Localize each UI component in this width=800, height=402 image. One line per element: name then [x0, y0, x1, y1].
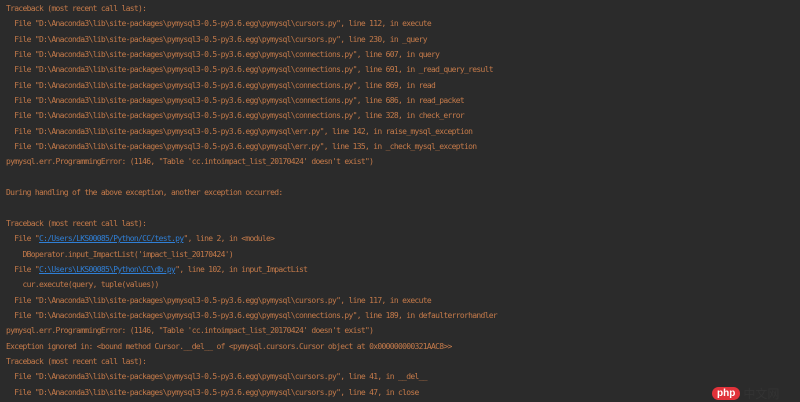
console-line: Exception ignored in: <bound method Curs…	[6, 341, 452, 351]
console-line: File "D:\Anaconda3\lib\site-packages\pym…	[6, 295, 432, 305]
console-line: File "D:\Anaconda3\lib\site-packages\pym…	[6, 96, 465, 106]
console-line: File "D:\Anaconda3\lib\site-packages\pym…	[6, 50, 440, 60]
console-line: File "D:\Anaconda3\lib\site-packages\pym…	[6, 372, 427, 382]
watermark: php 中文网	[712, 385, 779, 402]
console-line: Traceback (most recent call last):	[6, 356, 147, 366]
console-line: pymysql.err.ProgrammingError: (1146, "Ta…	[6, 326, 374, 336]
console-line: File "D:\Anaconda3\lib\site-packages\pym…	[6, 34, 427, 44]
line-suffix: ", line 2, in <module>	[183, 234, 275, 244]
console-line: File "D:\Anaconda3\lib\site-packages\pym…	[6, 387, 419, 397]
console-line: pymysql.err.ProgrammingError: (1146, "Ta…	[6, 157, 374, 167]
file-path-link[interactable]: C:/Users/LKS00085/Python/CC/test.py	[39, 234, 184, 243]
watermark-text: 中文网	[743, 387, 780, 401]
file-path-link[interactable]: C:\Users\LKS00085\Python\CC\db.py	[39, 265, 176, 274]
console-line: Traceback (most recent call last):	[6, 218, 147, 228]
line-suffix: ", line 102, in input_ImpactList	[175, 264, 308, 274]
console-line: During handling of the above exception, …	[6, 188, 283, 198]
php-logo-badge: php	[712, 387, 741, 400]
console-line: File "D:\Anaconda3\lib\site-packages\pym…	[6, 65, 493, 75]
console-line: File "D:\Anaconda3\lib\site-packages\pym…	[6, 142, 477, 152]
traceback-line-with-link: File "C:\Users\LKS00085\Python\CC\db.py"…	[6, 262, 800, 277]
console-line: Traceback (most recent call last):	[6, 4, 147, 13]
console-line: File "D:\Anaconda3\lib\site-packages\pym…	[6, 19, 432, 29]
console-line: DBoperator.input_ImpactList('impact_list…	[6, 249, 234, 259]
console-line: File "D:\Anaconda3\lib\site-packages\pym…	[6, 80, 436, 90]
console-line: File "D:\Anaconda3\lib\site-packages\pym…	[6, 310, 498, 320]
console-output: Traceback (most recent call last): File …	[6, 1, 800, 400]
line-prefix: File "	[6, 264, 40, 274]
traceback-line-with-link: File "C:/Users/LKS00085/Python/CC/test.p…	[6, 231, 800, 246]
console-line: File "D:\Anaconda3\lib\site-packages\pym…	[6, 111, 465, 121]
line-prefix: File "	[6, 234, 40, 244]
console-line: File "D:\Anaconda3\lib\site-packages\pym…	[6, 126, 473, 136]
console-line: cur.execute(query, tuple(values))	[6, 280, 160, 290]
